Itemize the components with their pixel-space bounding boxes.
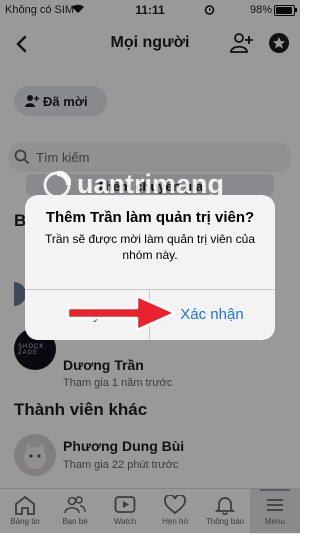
dialog-message: Trần sẽ được mời làm quản trị viên của n…	[44, 232, 256, 262]
dialog-title: Thêm Trần làm quản trị viên?	[45, 209, 255, 226]
annotation-arrow-icon	[66, 294, 177, 332]
